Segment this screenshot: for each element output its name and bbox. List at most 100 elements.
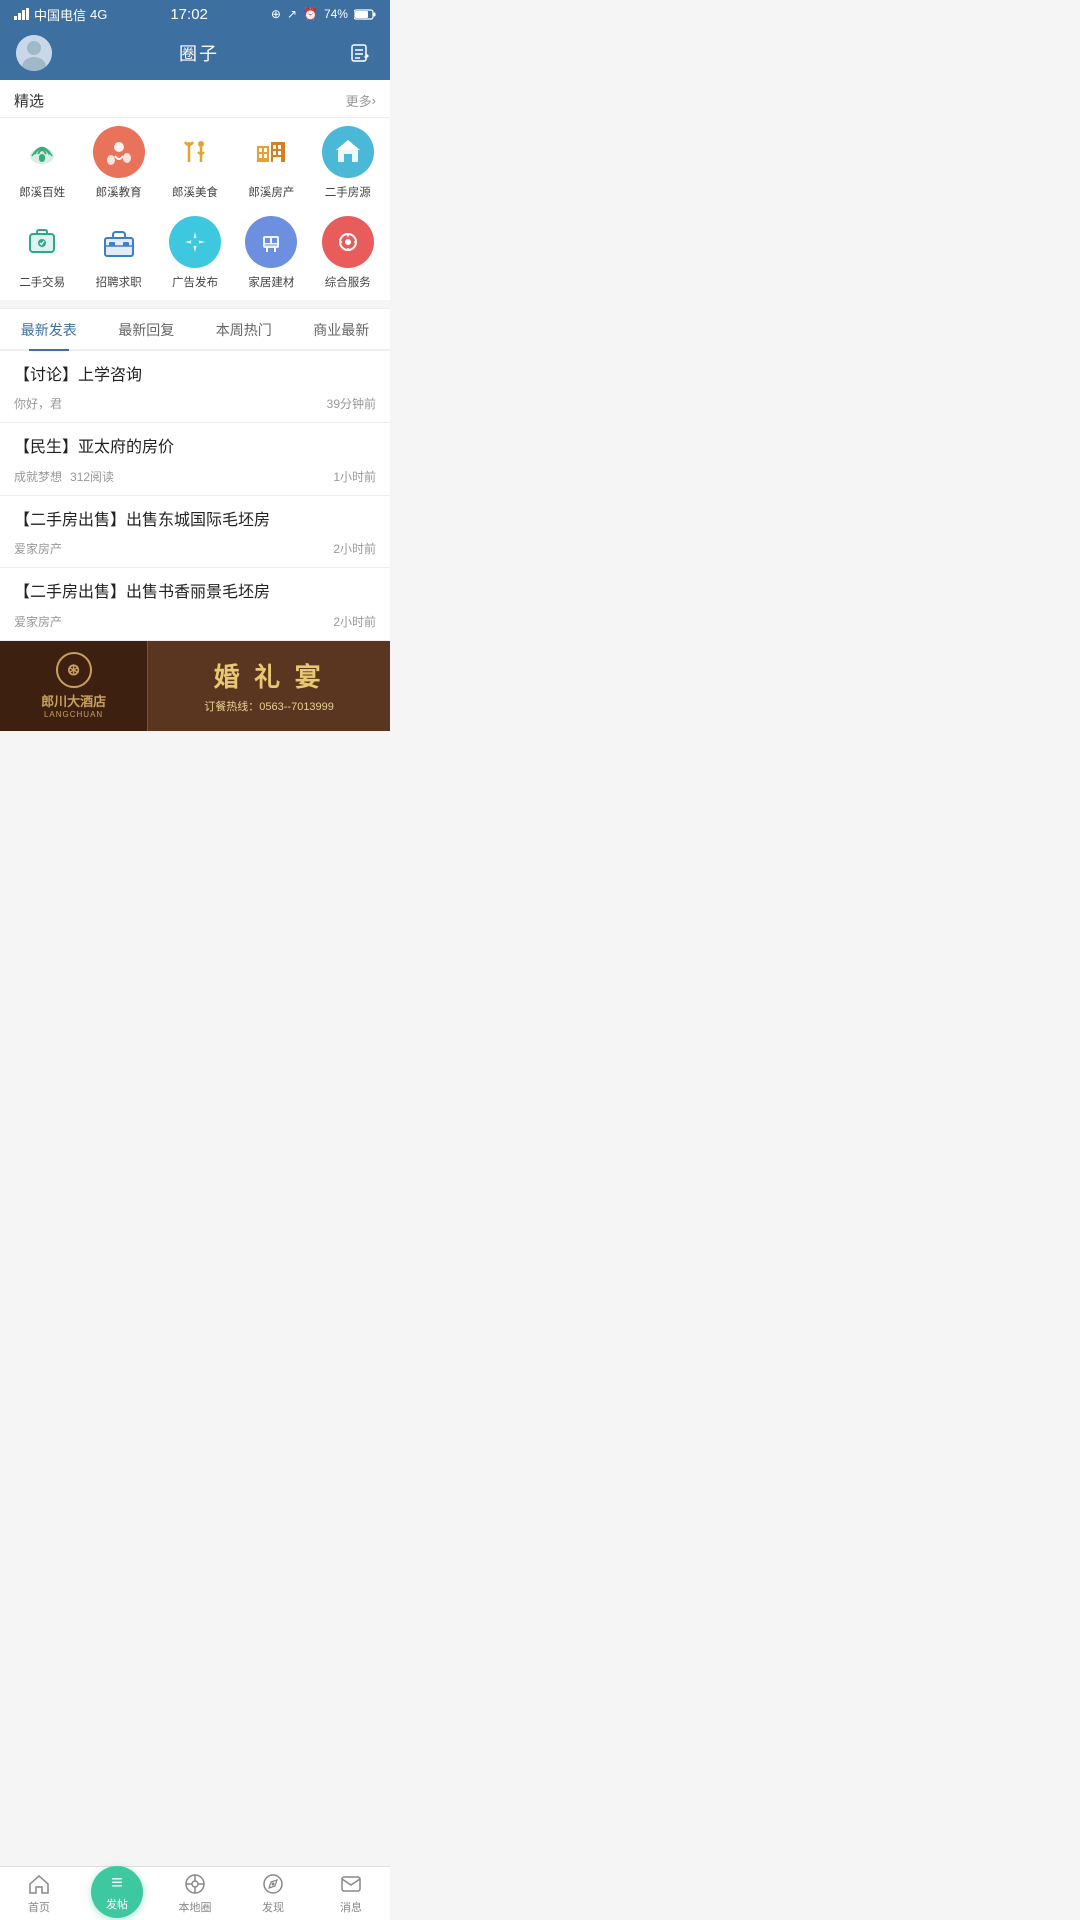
nav-local-label: 本地圈 <box>179 1899 212 1915</box>
post-title: 【讨论】上学咨询 <box>14 365 376 387</box>
post-title: 【民生】亚太府的房价 <box>14 437 376 459</box>
post-time: 2小时前 <box>333 540 376 557</box>
post-author: 爱家房产 <box>14 540 62 557</box>
category-item-jobs[interactable]: 招聘求职 <box>80 216 156 290</box>
app-header: 圈子 <box>0 28 390 80</box>
battery-label: 74% <box>324 7 348 21</box>
ad-content: 婚 礼 宴 订餐热线：0563--7013999 <box>148 649 390 722</box>
category-label: 郎溪房产 <box>248 184 294 200</box>
tab-weekly-hot[interactable]: 本周热门 <box>195 309 293 349</box>
ad-main-text: 婚 礼 宴 <box>214 657 325 694</box>
category-icon-services <box>322 216 374 268</box>
nav-home[interactable]: 首页 <box>0 1872 78 1915</box>
status-bar: 中国电信 4G 17:02 ⊕ ↗ ⏰ 74% <box>0 0 390 28</box>
category-grid: 郎溪百姓 郎溪教育 <box>0 118 390 300</box>
nav-discover-label: 发现 <box>262 1899 284 1915</box>
nav-message[interactable]: 消息 <box>312 1872 390 1915</box>
category-item-education[interactable]: 郎溪教育 <box>80 126 156 200</box>
category-icon-realestate <box>245 126 297 178</box>
tab-business[interactable]: 商业最新 <box>293 309 391 349</box>
nav-message-label: 消息 <box>340 1899 362 1915</box>
category-label: 二手交易 <box>19 274 65 290</box>
nav-home-label: 首页 <box>28 1899 50 1915</box>
more-button[interactable]: 更多 › <box>346 91 376 110</box>
post-list: 【讨论】上学咨询 你好，君 39分钟前 【民生】亚太府的房价 成就梦想 312阅… <box>0 351 390 641</box>
nav-discover[interactable]: 发现 <box>234 1872 312 1915</box>
post-title: 【二手房出售】出售东城国际毛坯房 <box>14 510 376 532</box>
post-meta: 成就梦想 312阅读 1小时前 <box>14 468 376 485</box>
ad-hotel-name: 郎川大酒店 <box>41 691 106 710</box>
post-item[interactable]: 【讨论】上学咨询 你好，君 39分钟前 <box>0 351 390 423</box>
battery-icon <box>354 9 376 20</box>
post-item[interactable]: 【民生】亚太府的房价 成就梦想 312阅读 1小时前 <box>0 423 390 495</box>
category-item-services[interactable]: 综合服务 <box>310 216 386 290</box>
local-icon <box>183 1872 207 1896</box>
discover-icon <box>261 1872 285 1896</box>
category-icon-education <box>93 126 145 178</box>
post-time: 39分钟前 <box>327 395 376 412</box>
post-icon: ≡ <box>111 1872 123 1895</box>
category-icon-residents <box>16 126 68 178</box>
category-item-realestate[interactable]: 郎溪房产 <box>233 126 309 200</box>
section-title: 精选 <box>14 90 44 111</box>
alarm-icon: ⏰ <box>303 7 318 21</box>
post-author: 你好，君 <box>14 395 62 412</box>
bottom-nav: 首页 ≡ 发帖 本地圈 发现 <box>0 1866 390 1920</box>
category-item-furniture[interactable]: 家居建材 <box>233 216 309 290</box>
featured-section: 精选 更多 › 郎溪百姓 <box>0 80 390 300</box>
category-icon-second-house <box>322 126 374 178</box>
category-label: 广告发布 <box>172 274 218 290</box>
home-icon <box>27 1872 51 1896</box>
status-left: 中国电信 4G <box>14 5 107 24</box>
nav-post[interactable]: ≡ 发帖 <box>78 1866 156 1920</box>
carrier-label: 中国电信 <box>34 5 86 24</box>
category-item-ads[interactable]: 广告发布 <box>157 216 233 290</box>
post-author: 爱家房产 <box>14 613 62 630</box>
ad-hotel-sub: LANGCHUAN <box>44 710 103 719</box>
category-label: 郎溪百姓 <box>19 184 65 200</box>
post-item[interactable]: 【二手房出售】出售东城国际毛坯房 爱家房产 2小时前 <box>0 496 390 568</box>
post-author: 成就梦想 <box>14 468 62 485</box>
user-avatar[interactable] <box>16 35 52 71</box>
category-icon-second-hand <box>16 216 68 268</box>
post-reads: 312阅读 <box>70 468 114 485</box>
signal-icon <box>14 8 30 20</box>
category-label: 二手房源 <box>325 184 371 200</box>
edit-button[interactable] <box>346 39 374 67</box>
category-label: 郎溪美食 <box>172 184 218 200</box>
category-label: 郎溪教育 <box>96 184 142 200</box>
category-label: 家居建材 <box>248 274 294 290</box>
status-right: ⊕ ↗ ⏰ 74% <box>271 7 376 21</box>
post-label: 发帖 <box>106 1896 128 1912</box>
ad-hotel-info: ⊛ 郎川大酒店 LANGCHUAN <box>0 641 148 731</box>
category-item-food[interactable]: 郎溪美食 <box>157 126 233 200</box>
ad-banner[interactable]: ⊛ 郎川大酒店 LANGCHUAN 婚 礼 宴 订餐热线：0563--70139… <box>0 641 390 731</box>
section-header: 精选 更多 › <box>0 80 390 118</box>
category-item-second-hand[interactable]: 二手交易 <box>4 216 80 290</box>
page-title: 圈子 <box>179 40 219 66</box>
tab-latest-reply[interactable]: 最新回复 <box>98 309 196 349</box>
tab-latest-post[interactable]: 最新发表 <box>0 309 98 349</box>
category-item-second-hand-house[interactable]: 二手房源 <box>310 126 386 200</box>
category-icon-ads <box>169 216 221 268</box>
post-item[interactable]: 【二手房出售】出售书香丽景毛坯房 爱家房产 2小时前 <box>0 568 390 640</box>
network-label: 4G <box>90 7 107 22</box>
tab-bar: 最新发表 最新回复 本周热门 商业最新 <box>0 308 390 351</box>
post-time: 1小时前 <box>333 468 376 485</box>
time-label: 17:02 <box>170 6 208 23</box>
post-meta: 你好，君 39分钟前 <box>14 395 376 412</box>
location-icon: ⊕ <box>271 7 281 21</box>
post-time: 2小时前 <box>333 613 376 630</box>
post-meta: 爱家房产 2小时前 <box>14 540 376 557</box>
category-label: 综合服务 <box>325 274 371 290</box>
post-meta: 爱家房产 2小时前 <box>14 613 376 630</box>
chevron-right-icon: › <box>372 93 376 108</box>
category-item-langxi-residents[interactable]: 郎溪百姓 <box>4 126 80 200</box>
post-button[interactable]: ≡ 发帖 <box>91 1866 143 1918</box>
ad-hotel-logo: ⊛ <box>56 652 92 688</box>
nav-local[interactable]: 本地圈 <box>156 1872 234 1915</box>
category-icon-jobs <box>93 216 145 268</box>
category-icon-food <box>169 126 221 178</box>
message-icon <box>339 1872 363 1896</box>
ad-sub-text: 订餐热线：0563--7013999 <box>204 698 334 714</box>
